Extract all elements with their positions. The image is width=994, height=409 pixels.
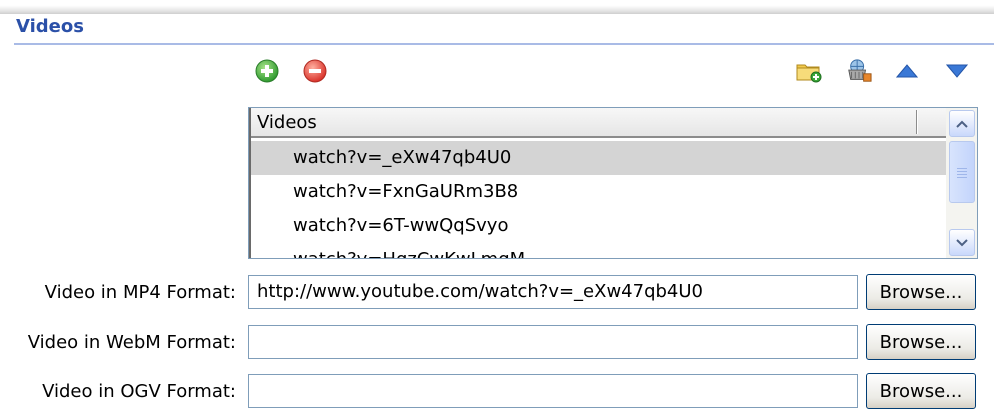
webm-label: Video in WebM Format: (27, 332, 236, 353)
list-header-label: Videos (257, 112, 317, 133)
triangle-up-icon (896, 64, 918, 78)
scroll-thumb[interactable] (949, 141, 975, 203)
list-item-selected[interactable]: watch?v=_eXw47qb4U0 (251, 141, 946, 175)
move-up-button[interactable] (894, 58, 920, 84)
grip-line (957, 171, 967, 172)
scroll-down-button[interactable] (949, 229, 975, 256)
plus-circle-icon (255, 59, 279, 83)
chevron-down-icon (956, 238, 968, 246)
ogv-url-field[interactable] (248, 374, 858, 408)
move-down-button[interactable] (944, 58, 970, 84)
add-video-button[interactable] (254, 58, 280, 84)
ogv-label: Video in OGV Format: (42, 381, 236, 402)
video-list[interactable]: Videos watch?v=_eXw47qb4U0 watch?v=FxnGa… (248, 107, 978, 259)
grip-line (957, 177, 967, 178)
list-column-header[interactable]: Videos (249, 108, 946, 138)
triangle-down-icon (946, 64, 968, 78)
grip-line (957, 168, 967, 169)
top-shadow (0, 0, 994, 14)
minus-circle-icon (303, 59, 327, 83)
mp4-url-field[interactable]: http://www.youtube.com/watch?v=_eXw47qb4… (248, 275, 858, 309)
list-item[interactable]: watch?v=HqzCwKwLmqM (251, 243, 946, 258)
vertical-scrollbar[interactable] (946, 108, 977, 258)
scroll-up-button[interactable] (949, 110, 975, 137)
header-separator-highlight (917, 110, 918, 134)
web-basket-icon (848, 59, 872, 82)
list-item[interactable]: watch?v=FxnGaURm3B8 (251, 175, 946, 209)
remove-video-button[interactable] (302, 58, 328, 84)
grip-line (957, 174, 967, 175)
browse-mp4-button[interactable]: Browse... (866, 274, 976, 310)
list-item[interactable]: watch?v=6T-wwQqSvyo (251, 209, 946, 243)
folder-add-icon (796, 64, 822, 83)
browse-webm-button[interactable]: Browse... (866, 324, 976, 360)
section-title: Videos (16, 16, 84, 37)
webm-url-field[interactable] (248, 325, 858, 359)
add-from-folder-button[interactable] (796, 58, 822, 84)
section-divider (14, 43, 994, 45)
chevron-up-icon (956, 120, 968, 128)
mp4-label: Video in MP4 Format: (44, 282, 236, 303)
add-from-web-button[interactable] (846, 58, 872, 84)
